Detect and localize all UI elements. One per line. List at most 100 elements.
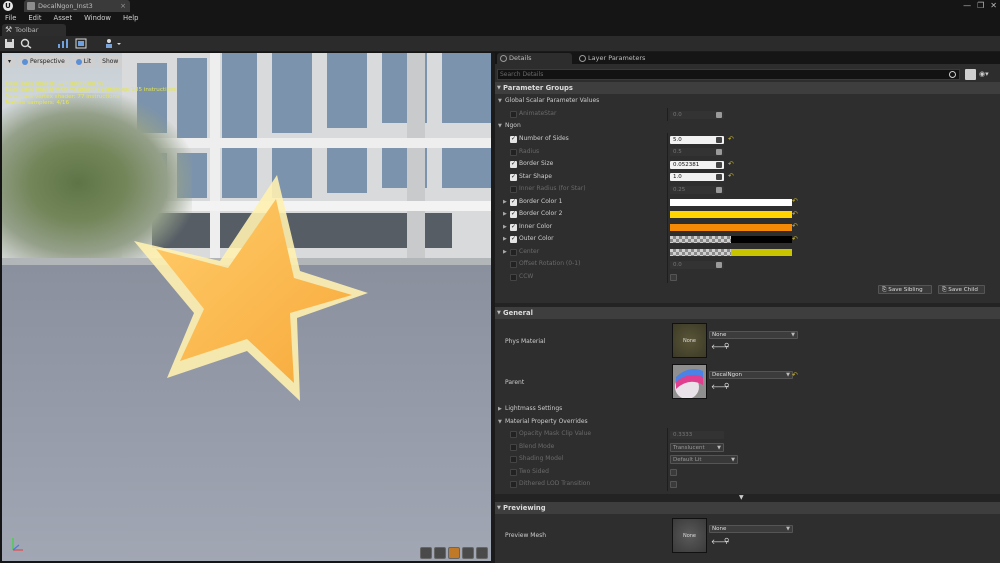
- param-value-field[interactable]: 5.0: [670, 135, 724, 144]
- color-swatch[interactable]: [670, 248, 792, 256]
- reset-arrow-icon[interactable]: ↶: [792, 371, 798, 379]
- section-parameter-groups[interactable]: ▼ Parameter Groups: [495, 82, 1000, 94]
- save-sibling-button[interactable]: ⎘ Save Sibling: [878, 285, 932, 294]
- override-checkbox[interactable]: [510, 160, 517, 168]
- menu-asset[interactable]: Asset: [54, 12, 73, 24]
- browse-magnifier-icon[interactable]: ⚲: [724, 342, 729, 350]
- dithered-lod-checkbox[interactable]: [670, 481, 677, 488]
- viewport-options-button[interactable]: ▾: [4, 56, 16, 67]
- tab-layer-parameters[interactable]: Layer Parameters: [576, 53, 666, 64]
- reset-arrow-icon[interactable]: ↶: [792, 197, 798, 205]
- blend-mode-dropdown[interactable]: Translucent ▼: [670, 442, 724, 452]
- color-swatch[interactable]: [670, 236, 792, 243]
- find-in-browser-icon[interactable]: [20, 38, 32, 49]
- browse-magnifier-icon[interactable]: ⚲: [724, 537, 729, 545]
- override-checkbox[interactable]: [510, 481, 517, 488]
- expand-arrow-icon[interactable]: ▶: [503, 221, 507, 234]
- plane-preview-button[interactable]: [448, 547, 460, 559]
- cylinder-preview-button[interactable]: [420, 547, 432, 559]
- preview-mesh-dropdown[interactable]: None ▼: [709, 525, 793, 533]
- toolbar-tab[interactable]: ⚒ Toolbar: [2, 24, 66, 36]
- override-checkbox[interactable]: [510, 111, 517, 118]
- ccw-checkbox[interactable]: [670, 273, 677, 281]
- minimize-button[interactable]: —: [963, 0, 971, 12]
- color-swatch[interactable]: [670, 211, 792, 218]
- stats-icon[interactable]: [57, 38, 69, 49]
- group-global-scalar[interactable]: ▼ Global Scalar Parameter Values: [495, 95, 1000, 108]
- reset-arrow-icon[interactable]: ↶: [728, 135, 734, 143]
- param-value-field[interactable]: 0.3333: [670, 430, 724, 439]
- override-checkbox[interactable]: [510, 456, 517, 463]
- maximize-button[interactable]: ❐: [977, 0, 984, 12]
- expand-arrow-icon[interactable]: ▶: [503, 233, 507, 246]
- override-checkbox[interactable]: [510, 186, 517, 193]
- override-checkbox[interactable]: [510, 261, 517, 268]
- override-checkbox[interactable]: [510, 148, 517, 156]
- override-checkbox[interactable]: [510, 223, 517, 231]
- hierarchy-icon[interactable]: [75, 38, 87, 49]
- menu-help[interactable]: Help: [123, 12, 139, 24]
- param-value-field[interactable]: 0.0: [670, 260, 724, 269]
- override-checkbox[interactable]: [510, 468, 517, 476]
- browse-magnifier-icon[interactable]: ⚲: [724, 382, 729, 390]
- ue-logo-icon[interactable]: U: [3, 1, 13, 11]
- sphere-preview-button[interactable]: [434, 547, 446, 559]
- param-value-field[interactable]: 0.0: [670, 110, 724, 119]
- reset-arrow-icon[interactable]: ↶: [728, 172, 734, 180]
- parent-dropdown[interactable]: DecalNgon ▼: [709, 371, 793, 379]
- param-value-field[interactable]: 0.5: [670, 148, 724, 156]
- override-checkbox[interactable]: [510, 443, 517, 451]
- expand-arrow-icon[interactable]: ▼: [739, 494, 744, 501]
- override-checkbox[interactable]: [510, 210, 517, 218]
- parent-thumbnail[interactable]: [672, 364, 707, 399]
- override-checkbox[interactable]: [510, 235, 517, 243]
- menu-edit[interactable]: Edit: [28, 12, 41, 24]
- save-child-button[interactable]: ⎘ Save Child: [938, 285, 985, 294]
- param-value-field[interactable]: 0.052381: [670, 160, 724, 169]
- override-checkbox[interactable]: [510, 173, 517, 181]
- preview-mesh-thumbnail[interactable]: None: [672, 518, 707, 553]
- group-material-property-overrides[interactable]: ▼ Material Property Overrides: [495, 416, 1000, 429]
- group-ngon[interactable]: ▼ Ngon: [495, 120, 1000, 133]
- reset-arrow-icon[interactable]: ↶: [792, 222, 798, 230]
- lit-button[interactable]: Lit: [71, 56, 96, 67]
- color-swatch[interactable]: [670, 223, 792, 231]
- override-checkbox[interactable]: [510, 198, 517, 206]
- shading-model-dropdown[interactable]: Default Lit ▼: [670, 455, 738, 464]
- menu-window[interactable]: Window: [84, 12, 111, 24]
- param-value-field[interactable]: 0.25: [670, 185, 724, 194]
- override-checkbox[interactable]: [510, 248, 517, 256]
- param-value-field[interactable]: 1.0: [670, 173, 724, 181]
- expand-arrow-icon[interactable]: ▶: [503, 196, 507, 209]
- section-previewing[interactable]: ▼ Previewing: [495, 502, 1000, 514]
- reset-arrow-icon[interactable]: ↶: [792, 210, 798, 218]
- cube-preview-button[interactable]: [462, 547, 474, 559]
- color-swatch[interactable]: [670, 198, 792, 206]
- mesh-preview-button[interactable]: [476, 547, 488, 559]
- expand-arrow-icon[interactable]: ▶: [503, 246, 507, 259]
- menu-file[interactable]: File: [5, 12, 16, 24]
- eye-icon[interactable]: ◉▾: [979, 70, 997, 79]
- perspective-button[interactable]: Perspective: [18, 56, 69, 67]
- override-checkbox[interactable]: [510, 431, 517, 438]
- search-input[interactable]: Search Details: [497, 69, 960, 80]
- phys-material-thumbnail[interactable]: None: [672, 323, 707, 358]
- view-options-button[interactable]: [965, 69, 976, 80]
- override-checkbox[interactable]: [510, 273, 517, 281]
- group-lightmass-settings[interactable]: ▶ Lightmass Settings: [495, 403, 1000, 416]
- close-tab-icon[interactable]: ×: [120, 0, 126, 12]
- reset-arrow-icon[interactable]: ↶: [792, 235, 798, 243]
- preview-viewport[interactable]: ▾ Perspective Lit Show Base pass shader:…: [2, 53, 491, 561]
- reset-arrow-icon[interactable]: ↶: [728, 160, 734, 168]
- override-checkbox[interactable]: [510, 135, 517, 143]
- document-tab[interactable]: DecalNgon_Inst3 ×: [24, 0, 130, 12]
- save-icon[interactable]: [4, 38, 16, 49]
- expand-arrow-icon[interactable]: ▶: [503, 208, 507, 221]
- section-general[interactable]: ▼ General: [495, 307, 1000, 319]
- platform-icon[interactable]: [104, 38, 122, 49]
- close-window-button[interactable]: ✕: [990, 0, 997, 12]
- tab-details[interactable]: Details: [497, 53, 572, 64]
- phys-material-dropdown[interactable]: None ▼: [709, 331, 798, 339]
- show-button[interactable]: Show: [98, 56, 123, 67]
- two-sided-checkbox[interactable]: [670, 468, 677, 476]
